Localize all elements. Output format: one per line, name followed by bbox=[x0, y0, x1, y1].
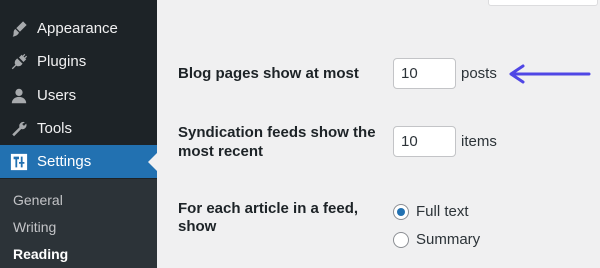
arrow-left-icon bbox=[509, 64, 591, 84]
top-panel-edge bbox=[488, 0, 598, 6]
items-unit-label: items bbox=[461, 133, 497, 150]
wrench-icon bbox=[10, 120, 28, 138]
syndication-label-line1: Syndication feeds show the bbox=[178, 124, 376, 141]
paintbrush-icon bbox=[10, 20, 28, 38]
settings-submenu: General Writing Reading bbox=[0, 179, 157, 268]
sidebar-item-settings[interactable]: Settings bbox=[0, 145, 157, 178]
submenu-item-writing[interactable]: Writing bbox=[13, 219, 56, 235]
full-text-label[interactable]: Full text bbox=[416, 203, 469, 220]
radio-selected-dot bbox=[397, 208, 405, 216]
feed-items-input[interactable] bbox=[393, 126, 456, 157]
sidebar-item-plugins[interactable]: Plugins bbox=[0, 45, 157, 78]
settings-icon bbox=[10, 153, 28, 171]
active-menu-pointer bbox=[148, 153, 157, 171]
feed-article-label-line1: For each article in a feed, bbox=[178, 200, 359, 217]
sidebar-item-label: Appearance bbox=[37, 20, 118, 37]
submenu-item-reading[interactable]: Reading bbox=[13, 246, 68, 262]
sidebar-item-label: Settings bbox=[37, 153, 92, 170]
feed-article-label-line2: show bbox=[178, 218, 217, 235]
full-text-radio[interactable] bbox=[393, 204, 409, 220]
blog-pages-label: Blog pages show at most bbox=[178, 65, 359, 82]
posts-per-page-input[interactable] bbox=[393, 58, 456, 89]
sidebar-item-tools[interactable]: Tools bbox=[0, 112, 157, 145]
admin-sidebar: Appearance Plugins Users Tools Settings … bbox=[0, 0, 157, 268]
plugin-icon bbox=[10, 53, 28, 71]
sidebar-item-appearance[interactable]: Appearance bbox=[0, 12, 157, 45]
summary-radio[interactable] bbox=[393, 232, 409, 248]
sidebar-item-label: Tools bbox=[37, 120, 73, 137]
sidebar-item-users[interactable]: Users bbox=[0, 79, 157, 112]
summary-label[interactable]: Summary bbox=[416, 231, 480, 248]
submenu-item-general[interactable]: General bbox=[13, 192, 63, 208]
posts-unit-label: posts bbox=[461, 65, 497, 82]
sidebar-item-label: Plugins bbox=[37, 53, 87, 70]
users-icon bbox=[10, 87, 28, 105]
sidebar-item-label: Users bbox=[37, 87, 77, 104]
syndication-label-line2: most recent bbox=[178, 143, 264, 160]
